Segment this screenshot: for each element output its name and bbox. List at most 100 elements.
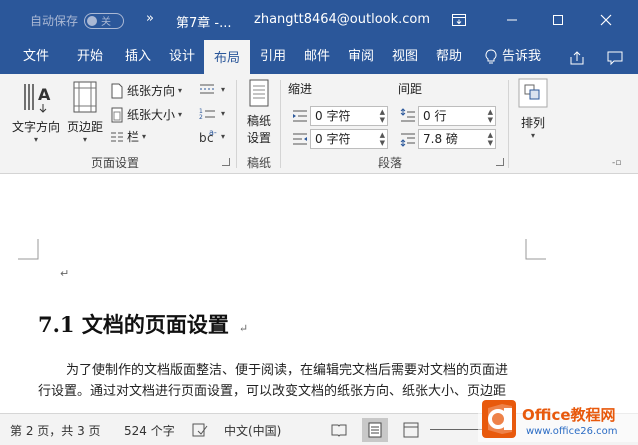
chevron-down-icon: ▾ bbox=[142, 132, 147, 141]
chevron-down-icon: ▾ bbox=[178, 110, 183, 119]
section-heading[interactable]: 7.1 文档的页面设置 ↵ bbox=[38, 309, 248, 339]
indent-right-value: 0 字符 bbox=[315, 132, 351, 146]
minimize-icon[interactable] bbox=[500, 8, 524, 32]
line-numbers-icon: 12 bbox=[199, 108, 215, 120]
spacing-before-icon bbox=[400, 108, 416, 124]
toggle-knob bbox=[87, 15, 98, 26]
tab-insert[interactable]: 插入 bbox=[116, 40, 160, 74]
comments-icon[interactable] bbox=[606, 49, 624, 67]
hyphenation-icon: b ca- bbox=[199, 128, 217, 144]
ribbon-display-options-icon[interactable] bbox=[447, 8, 471, 32]
margin-corner-mark bbox=[18, 239, 39, 260]
tab-file[interactable]: 文件 bbox=[14, 40, 58, 74]
size-button[interactable]: 纸张大小 ▾ bbox=[110, 106, 182, 123]
spacing-before-input[interactable]: 0 行 ▲ ▼ bbox=[418, 106, 496, 126]
orientation-icon bbox=[111, 83, 123, 98]
lightbulb-icon bbox=[485, 49, 497, 64]
spinner-arrows[interactable]: ▲ ▼ bbox=[380, 131, 385, 147]
document-canvas[interactable]: ↵ 7.1 文档的页面设置 ↵ 为了使制作的文档版面整洁、便于阅读，在编辑完文档后… bbox=[0, 175, 638, 413]
tab-home[interactable]: 开始 bbox=[68, 40, 112, 74]
maximize-icon[interactable] bbox=[546, 8, 570, 32]
chevron-down-icon: ▾ bbox=[33, 135, 38, 144]
columns-label: 栏 bbox=[127, 130, 140, 144]
draft-group-label: 稿纸 bbox=[246, 156, 271, 170]
spinner-arrows[interactable]: ▲ ▼ bbox=[488, 108, 493, 124]
autosave-toggle[interactable]: 关 bbox=[84, 12, 125, 29]
arrange-button[interactable]: 排列 ▾ bbox=[512, 78, 554, 140]
indent-left-value: 0 字符 bbox=[315, 109, 351, 123]
svg-text:A: A bbox=[38, 85, 51, 104]
body-text-line[interactable]: 为了使制作的文档版面整洁、便于阅读，在编辑完文档后需要对文档的页面进 bbox=[66, 359, 508, 378]
page-setup-dialog-launcher[interactable] bbox=[222, 158, 230, 166]
margins-icon bbox=[73, 81, 97, 113]
spacing-after-icon bbox=[400, 131, 416, 147]
group-divider bbox=[280, 80, 281, 168]
paragraph-dialog-launcher[interactable] bbox=[496, 158, 504, 166]
chevron-down-icon: ▾ bbox=[221, 131, 226, 141]
web-layout-view-icon[interactable] bbox=[398, 418, 424, 442]
paragraph-group-label: 段落 bbox=[377, 156, 402, 170]
svg-text:www.office26.com: www.office26.com bbox=[526, 426, 618, 437]
group-divider bbox=[236, 80, 237, 168]
indent-right-input[interactable]: 0 字符 ▲ ▼ bbox=[310, 129, 388, 149]
word-count[interactable]: 524 个字 bbox=[124, 422, 175, 439]
margin-corner-mark bbox=[525, 239, 546, 260]
paper-size-icon bbox=[111, 107, 123, 122]
draft-paper-button[interactable]: 稿纸 设置 bbox=[240, 78, 278, 146]
tell-me[interactable]: 告诉我 bbox=[484, 40, 541, 74]
margins-button[interactable]: 页边距 ▾ bbox=[64, 78, 106, 144]
print-layout-view-icon[interactable] bbox=[362, 418, 388, 442]
draft-paper-icon bbox=[249, 79, 269, 107]
proofing-icon[interactable] bbox=[192, 422, 208, 438]
tell-me-label: 告诉我 bbox=[502, 49, 542, 64]
draft-paper-label-2: 设置 bbox=[246, 131, 271, 145]
text-direction-icon: A bbox=[24, 84, 51, 113]
indent-left-input[interactable]: 0 字符 ▲ ▼ bbox=[310, 106, 388, 126]
svg-text:2: 2 bbox=[199, 114, 203, 120]
page-setup-group-label: 页面设置 bbox=[90, 156, 139, 170]
spinner-arrows[interactable]: ▲ ▼ bbox=[488, 131, 493, 147]
spacing-after-input[interactable]: 7.8 磅 ▲ ▼ bbox=[418, 129, 496, 149]
paragraph-mark: ↵ bbox=[60, 267, 70, 280]
quick-access-more-button[interactable]: » bbox=[146, 11, 154, 26]
columns-icon bbox=[111, 132, 123, 141]
tab-layout[interactable]: 布局 bbox=[204, 40, 250, 74]
tab-references[interactable]: 引用 bbox=[252, 40, 294, 74]
orientation-button[interactable]: 纸张方向 ▾ bbox=[110, 82, 182, 99]
language[interactable]: 中文(中国) bbox=[224, 422, 281, 439]
autosave-label: 自动保存 bbox=[30, 14, 79, 28]
document-title[interactable]: 第7章 -... bbox=[176, 12, 232, 31]
line-numbers-button[interactable]: 1 2 ▾ bbox=[198, 106, 225, 120]
text-direction-label: 文字方向 bbox=[11, 120, 60, 134]
read-mode-view-icon[interactable] bbox=[326, 418, 352, 442]
collapse-ribbon-icon[interactable]: -▫ bbox=[612, 158, 621, 168]
chevron-down-icon: ▾ bbox=[221, 108, 226, 118]
title-bar: 自动保存 关 » 第7章 -... zhangtt8464@outlook.co… bbox=[0, 0, 638, 40]
svg-text:b: b bbox=[199, 131, 207, 144]
body-text-line[interactable]: 行设置。通过对文档进行页面设置，可以改变文档的纸张方向、纸张大小、页边距 bbox=[38, 380, 506, 399]
account-name[interactable]: zhangtt8464@outlook.com bbox=[254, 12, 430, 27]
arrange-label: 排列 bbox=[520, 116, 545, 130]
autosave-state: 关 bbox=[101, 17, 112, 28]
close-icon[interactable] bbox=[594, 8, 618, 32]
ribbon: A 文字方向 ▾ 页边距 ▾ 纸张方向 ▾ 纸张大小 ▾ 栏 ▾ ▾ 1 2 ▾ b bbox=[0, 74, 638, 174]
tab-design[interactable]: 设计 bbox=[160, 40, 204, 74]
hyphenation-button[interactable]: b c a- ▾ bbox=[198, 128, 225, 144]
indent-left-icon bbox=[292, 108, 308, 124]
breaks-button[interactable]: ▾ bbox=[198, 82, 225, 96]
draft-paper-label-1: 稿纸 bbox=[246, 114, 271, 128]
share-icon[interactable] bbox=[568, 49, 586, 67]
spinner-arrows[interactable]: ▲ ▼ bbox=[380, 108, 385, 124]
columns-button[interactable]: 栏 ▾ bbox=[110, 128, 146, 145]
svg-text:Office教程网: Office教程网 bbox=[522, 406, 616, 424]
tab-review[interactable]: 审阅 bbox=[340, 40, 382, 74]
tab-help[interactable]: 帮助 bbox=[428, 40, 470, 74]
page-count[interactable]: 第 2 页，共 3 页 bbox=[10, 422, 101, 439]
autosave[interactable]: 自动保存 关 bbox=[30, 12, 125, 29]
tab-view[interactable]: 视图 bbox=[384, 40, 426, 74]
arrange-icon bbox=[518, 78, 548, 108]
paragraph-mark: ↵ bbox=[238, 322, 249, 335]
text-direction-button[interactable]: A 文字方向 ▾ bbox=[6, 78, 66, 144]
tab-mailings[interactable]: 邮件 bbox=[296, 40, 338, 74]
chevron-down-icon: ▾ bbox=[178, 86, 183, 95]
